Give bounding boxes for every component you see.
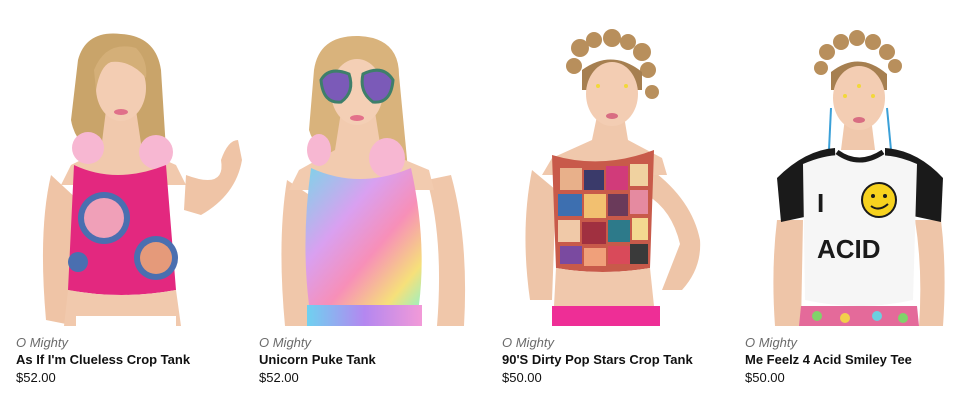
product-card: I ACID O Mighty Me Feelz 4 Acid Smiley T… (745, 0, 977, 412)
product-card: O Mighty 90'S Dirty Pop Stars Crop Tank … (502, 0, 734, 412)
product-image-link[interactable] (16, 0, 248, 326)
product-brand[interactable]: O Mighty (745, 335, 797, 350)
product-image-link[interactable] (259, 0, 491, 326)
product-grid: O Mighty As If I'm Clueless Crop Tank $5… (0, 0, 978, 412)
product-name-link[interactable]: Unicorn Puke Tank (259, 352, 376, 367)
product-brand[interactable]: O Mighty (16, 335, 68, 350)
tee-print-line2: ACID (817, 234, 881, 264)
smiley-icon (861, 182, 897, 218)
product-price: $50.00 (745, 370, 785, 385)
product-card: O Mighty As If I'm Clueless Crop Tank $5… (16, 0, 248, 412)
product-price: $52.00 (259, 370, 299, 385)
product-name-link[interactable]: Me Feelz 4 Acid Smiley Tee (745, 352, 912, 367)
product-brand[interactable]: O Mighty (502, 335, 554, 350)
product-card: O Mighty Unicorn Puke Tank $52.00 (259, 0, 491, 412)
product-image-link[interactable]: I ACID (745, 0, 977, 326)
product-photo (525, 29, 701, 326)
product-brand[interactable]: O Mighty (259, 335, 311, 350)
product-name-link[interactable]: As If I'm Clueless Crop Tank (16, 352, 190, 367)
product-name-link[interactable]: 90'S Dirty Pop Stars Crop Tank (502, 352, 693, 367)
product-photo (281, 35, 466, 326)
product-image-link[interactable] (502, 0, 734, 326)
product-photo: I ACID (773, 30, 945, 326)
product-photo (42, 33, 242, 326)
product-price: $50.00 (502, 370, 542, 385)
tee-print-line1: I (817, 188, 824, 218)
product-price: $52.00 (16, 370, 56, 385)
